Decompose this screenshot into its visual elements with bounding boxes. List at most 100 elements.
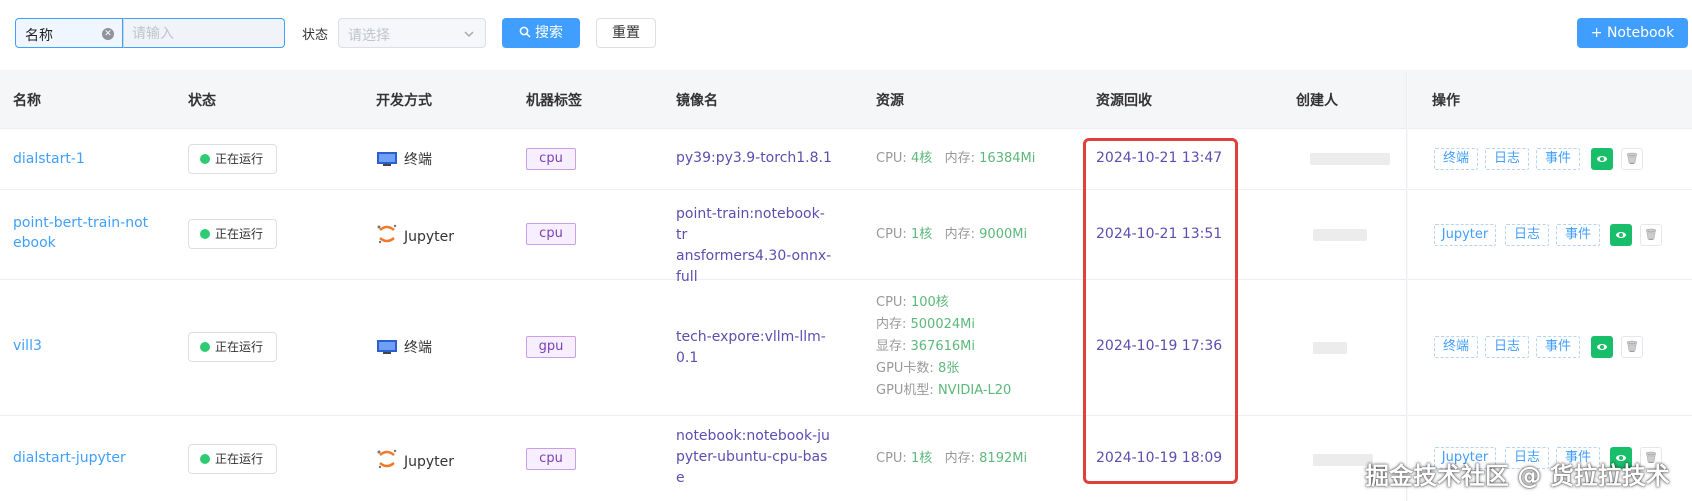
- image-name-line: pyter-ubuntu-cpu-bas: [676, 449, 828, 465]
- eye-icon[interactable]: [1610, 224, 1632, 246]
- notebook-name-line: ebook: [13, 235, 56, 251]
- notebook-name-link[interactable]: dialstart-jupyter: [13, 448, 126, 468]
- running-dot-icon: [200, 454, 210, 464]
- jupyter-button[interactable]: Jupyter: [1434, 224, 1496, 246]
- status-badge: 正在运行: [188, 144, 277, 174]
- image-name-line: 0.1: [676, 350, 699, 366]
- fixed-column-shadow: [1406, 70, 1408, 501]
- status-filter-label: 状态: [302, 28, 329, 43]
- events-button[interactable]: 事件: [1536, 148, 1580, 170]
- status-select[interactable]: 请选择: [338, 18, 486, 48]
- notebook-name-line: dialstart-jupyter: [13, 450, 126, 466]
- logs-button[interactable]: 日志: [1505, 224, 1549, 246]
- status-badge: 正在运行: [188, 332, 277, 362]
- status-badge: 正在运行: [188, 219, 277, 249]
- notebook-name-link[interactable]: dialstart-1: [13, 149, 85, 169]
- trash-icon[interactable]: 🗑: [1640, 224, 1662, 246]
- table-header: 名称 状态 开发方式 机器标签 镜像名 资源 资源回收 创建人 操作: [0, 70, 1692, 129]
- trash-icon[interactable]: 🗑: [1621, 336, 1643, 358]
- cpu-value: 4核: [910, 151, 933, 166]
- vram-label: 显存:: [876, 339, 911, 354]
- trash-icon[interactable]: 🗑: [1621, 148, 1643, 170]
- logs-button[interactable]: 日志: [1485, 148, 1529, 170]
- mem-label: 内存:: [944, 451, 980, 466]
- dev-mode-label: Jupyter: [404, 454, 455, 470]
- mem-label: 内存:: [944, 151, 980, 166]
- resources: CPU: 1核 内存: 8192Mi: [876, 448, 1027, 470]
- running-dot-icon: [200, 342, 210, 352]
- jupyter-icon: [376, 449, 398, 469]
- creator-redacted: [1310, 153, 1390, 165]
- image-name: py39:py3.9-torch1.8.1: [676, 148, 836, 169]
- dev-mode: Jupyter: [376, 224, 454, 245]
- field-selector[interactable]: 名称 ✕: [15, 18, 123, 48]
- image-name-line: notebook:notebook-ju: [676, 428, 830, 444]
- clear-icon[interactable]: ✕: [102, 28, 114, 40]
- cpu-label: CPU:: [876, 451, 911, 466]
- table-row: dialstart-1 正在运行 终端 cpu py39:py3.9-torch…: [0, 129, 1692, 190]
- status-badge: 正在运行: [188, 444, 277, 474]
- header-recycle: 资源回收: [1096, 93, 1152, 109]
- machine-tag: cpu: [526, 223, 576, 245]
- header-machine-tag: 机器标签: [526, 93, 582, 109]
- resources: CPU: 100核 内存: 500024Mi 显存: 367616Mi GPU卡…: [876, 292, 1011, 402]
- creator-redacted: [1313, 454, 1373, 466]
- mem-label: 内存:: [876, 317, 911, 332]
- mem-label: 内存:: [944, 227, 980, 242]
- notebook-name-link[interactable]: vill3: [13, 336, 42, 356]
- dev-mode: 终端: [376, 337, 432, 357]
- field-selector-label: 名称: [25, 28, 53, 44]
- reset-button[interactable]: 重置: [596, 18, 656, 48]
- notebook-name-link[interactable]: point-bert-train-not ebook: [13, 213, 148, 253]
- header-resources: 资源: [876, 93, 904, 109]
- table-row: vill3 正在运行 终端 gpu tech-expore:vllm-llm- …: [0, 280, 1692, 416]
- machine-tag: gpu: [526, 336, 576, 358]
- gpu-model-value: NVIDIA-L20: [937, 383, 1012, 398]
- terminal-button[interactable]: 终端: [1434, 148, 1478, 170]
- terminal-icon: [376, 151, 398, 167]
- filter-toolbar: 名称 ✕ 状态 请选择 搜索 重置 + Notebook: [0, 0, 1692, 70]
- mem-value: 8192Mi: [979, 451, 1028, 466]
- machine-tag: cpu: [526, 448, 576, 470]
- table-row: point-bert-train-not ebook 正在运行 Jupyter …: [0, 190, 1692, 285]
- notebook-name-line: vill3: [13, 338, 42, 354]
- image-name-line: py39:py3.9-torch1.8.1: [676, 150, 832, 166]
- gpu-model-label: GPU机型:: [876, 383, 938, 398]
- resources: CPU: 1核 内存: 9000Mi: [876, 224, 1027, 246]
- image-name-line: point-train:notebook-tr: [676, 206, 825, 243]
- cpu-label: CPU:: [876, 227, 911, 242]
- header-image: 镜像名: [676, 93, 718, 109]
- header-status: 状态: [188, 93, 216, 109]
- logs-button[interactable]: 日志: [1485, 336, 1529, 358]
- cpu-label: CPU:: [876, 295, 911, 310]
- events-button[interactable]: 事件: [1556, 224, 1600, 246]
- running-dot-icon: [200, 229, 210, 239]
- cpu-value: 1核: [910, 451, 933, 466]
- eye-icon[interactable]: [1591, 336, 1613, 358]
- dev-mode-label: 终端: [404, 152, 432, 168]
- cpu-value: 1核: [910, 227, 933, 242]
- header-creator: 创建人: [1296, 93, 1338, 109]
- terminal-button[interactable]: 终端: [1434, 336, 1478, 358]
- machine-tag: cpu: [526, 148, 576, 170]
- cpu-value: 100核: [910, 295, 949, 310]
- search-icon: [519, 26, 531, 38]
- notebook-name-line: point-bert-train-not: [13, 215, 149, 231]
- notebook-table: 名称 状态 开发方式 机器标签 镜像名 资源 资源回收 创建人 操作 dials…: [0, 70, 1692, 501]
- search-button[interactable]: 搜索: [502, 18, 580, 48]
- chevron-down-icon: [463, 24, 475, 47]
- status-select-placeholder: 请选择: [348, 28, 390, 44]
- new-notebook-button[interactable]: + Notebook: [1577, 18, 1688, 48]
- terminal-icon: [376, 339, 398, 355]
- vram-value: 367616Mi: [910, 339, 975, 354]
- mem-value: 500024Mi: [910, 317, 975, 332]
- dev-mode: Jupyter: [376, 449, 454, 470]
- header-dev-mode: 开发方式: [376, 93, 432, 109]
- dev-mode-label: 终端: [404, 340, 432, 356]
- events-button[interactable]: 事件: [1536, 336, 1580, 358]
- image-name-line: tech-expore:vllm-llm-: [676, 329, 826, 345]
- search-input[interactable]: [124, 19, 284, 49]
- eye-icon[interactable]: [1591, 148, 1613, 170]
- gpu-count-value: 8张: [937, 361, 960, 376]
- search-button-label: 搜索: [535, 25, 563, 41]
